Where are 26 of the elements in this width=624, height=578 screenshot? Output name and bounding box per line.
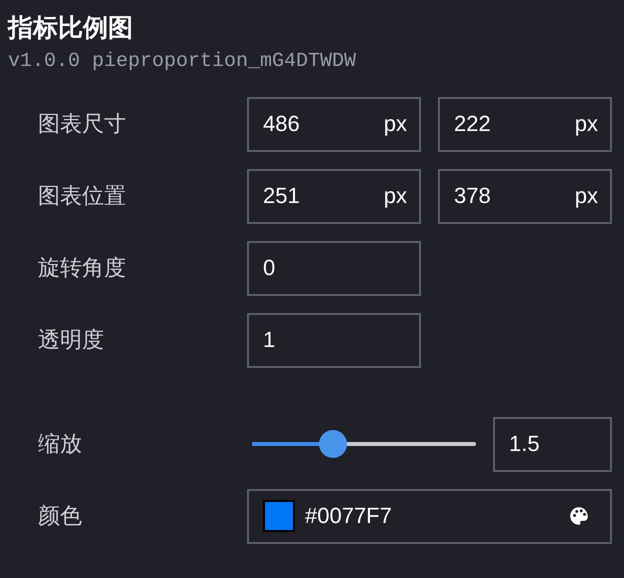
- number-field[interactable]: 1.5: [493, 416, 612, 472]
- field-label: 透明度: [38, 326, 105, 354]
- field-label: 旋转角度: [38, 254, 127, 282]
- field-label: 缩放: [38, 430, 83, 458]
- color-field[interactable]: #0077F7: [247, 488, 612, 544]
- number-field[interactable]: 251 px: [247, 168, 421, 224]
- component-id: pieproportion_mG4DTWDW: [92, 50, 356, 73]
- slider-thumb[interactable]: [318, 430, 347, 458]
- number-field[interactable]: 0: [247, 240, 421, 296]
- palette-icon[interactable]: [568, 505, 590, 527]
- unit-label: px: [384, 111, 407, 137]
- version-label: v1.0.0: [8, 50, 80, 73]
- number-field[interactable]: 1: [247, 312, 421, 368]
- number-field[interactable]: 378 px: [438, 168, 612, 224]
- unit-label: px: [384, 183, 407, 209]
- number-field[interactable]: 486 px: [247, 96, 421, 152]
- color-value: #0077F7: [305, 503, 392, 529]
- field-label: 图表尺寸: [38, 110, 127, 138]
- unit-label: px: [574, 111, 598, 137]
- field-label: 图表位置: [38, 182, 127, 210]
- slider[interactable]: [252, 430, 476, 458]
- color-swatch[interactable]: [263, 500, 295, 532]
- number-field[interactable]: 222 px: [438, 96, 612, 152]
- field-label: 颜色: [38, 502, 83, 530]
- unit-label: px: [574, 183, 598, 209]
- panel-title: 指标比例图: [8, 13, 133, 44]
